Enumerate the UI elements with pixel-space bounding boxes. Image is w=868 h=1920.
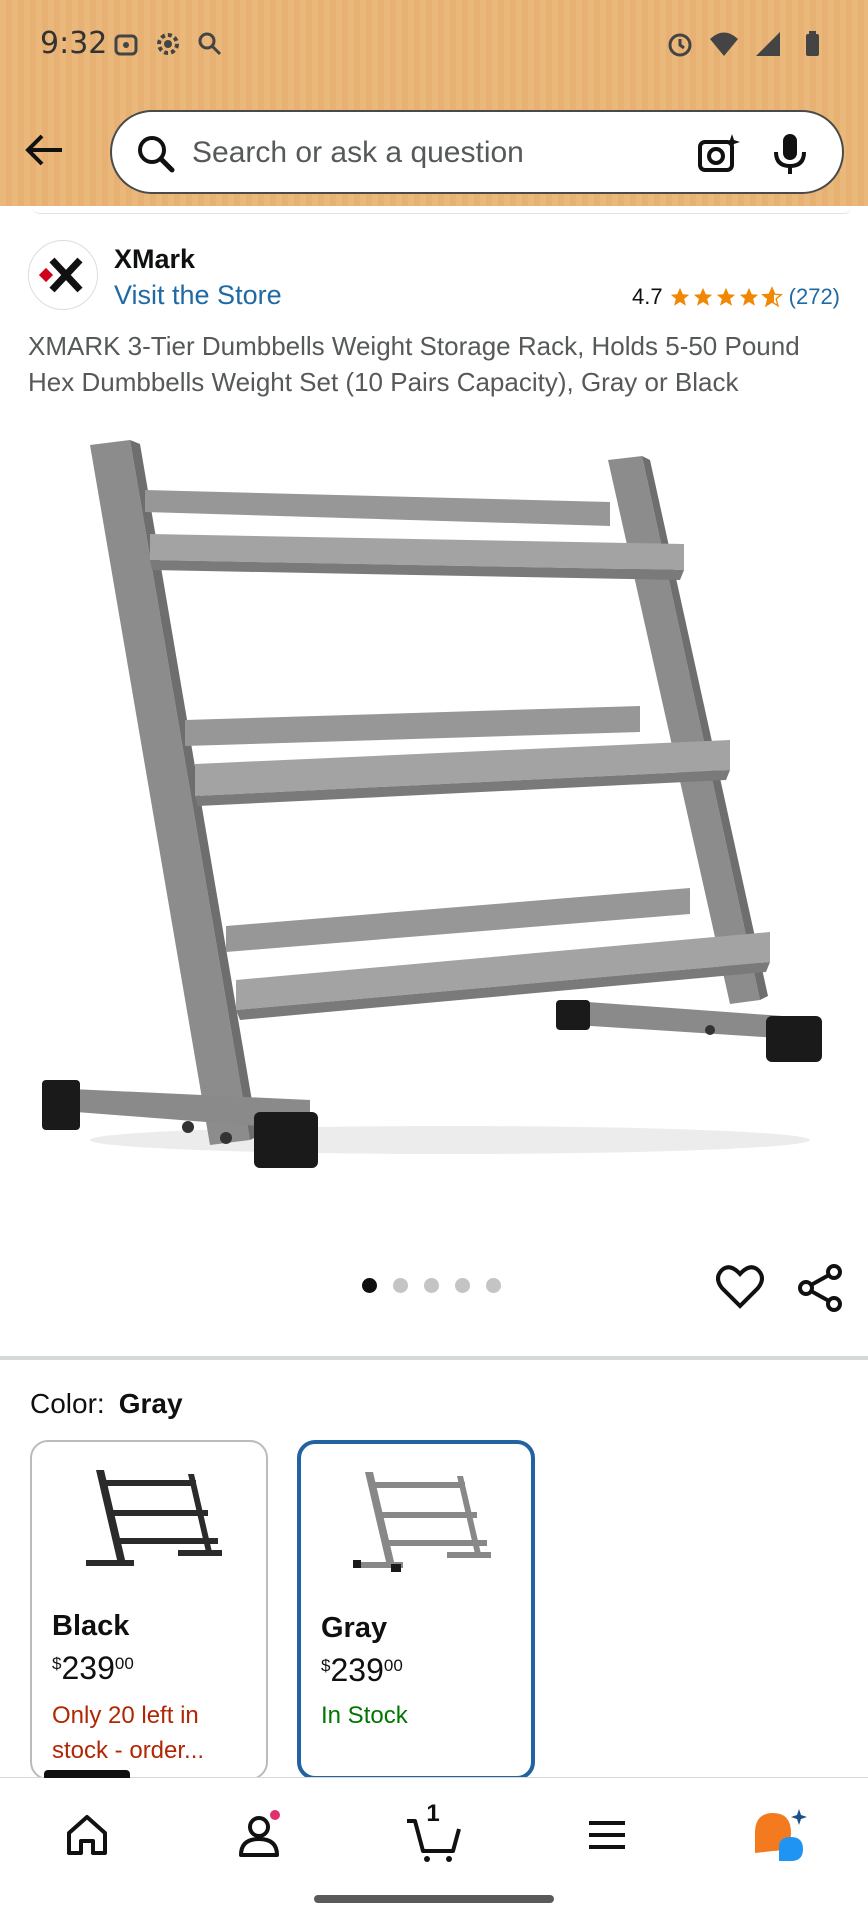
price-dollars: 239	[61, 1650, 115, 1686]
brand-logo[interactable]	[28, 240, 98, 310]
search-icon	[138, 136, 175, 173]
color-option-price: $23900	[52, 1650, 134, 1687]
header-divider	[32, 206, 852, 214]
price-cents: 00	[383, 1656, 403, 1675]
image-carousel-dots	[362, 1278, 501, 1293]
star-full-icon	[670, 287, 689, 306]
back-arrow-icon	[25, 134, 62, 166]
carousel-dot[interactable]	[455, 1278, 470, 1293]
camera-search-icon[interactable]	[694, 130, 742, 178]
nav-account[interactable]	[224, 1800, 294, 1870]
search-notification-icon	[198, 32, 222, 56]
star-half-icon	[760, 286, 783, 308]
color-option-black[interactable]: Black $23900 Only 20 left in stock - ord…	[30, 1440, 268, 1780]
stock-status: In Stock	[321, 1702, 408, 1729]
system-icons	[664, 28, 828, 60]
stock-status: Only 20 left in stock - order...	[52, 1702, 205, 1764]
product-title: XMARK 3-Tier Dumbbells Weight Storage Ra…	[28, 331, 800, 397]
brand-name: XMark	[114, 244, 196, 274]
carousel-dot[interactable]	[486, 1278, 501, 1293]
menu-icon	[589, 1821, 625, 1849]
home-icon	[67, 1815, 107, 1855]
carousel-dot[interactable]	[362, 1278, 377, 1293]
search-input[interactable]	[192, 126, 672, 180]
nav-home[interactable]	[52, 1800, 122, 1870]
rating-count[interactable]: (272)	[789, 284, 840, 310]
color-option-name: Black	[52, 1610, 130, 1642]
selected-color: Gray	[118, 1388, 183, 1419]
gray-rack-thumbnail	[353, 1472, 491, 1572]
search-bar[interactable]	[110, 110, 844, 194]
wifi-icon	[710, 32, 738, 56]
nav-cart[interactable]: 1	[398, 1800, 468, 1870]
star-rating	[669, 286, 783, 308]
star-full-icon	[693, 287, 712, 306]
share-icon[interactable]	[796, 1264, 844, 1312]
price-cents: 00	[114, 1654, 134, 1673]
microphone-icon[interactable]	[766, 130, 814, 178]
battery-icon	[806, 31, 819, 56]
alarm-icon	[668, 33, 692, 57]
price-dollars: 239	[330, 1652, 384, 1688]
gesture-bar	[314, 1895, 554, 1903]
color-label: Color:	[30, 1388, 105, 1419]
nav-active-indicator	[44, 1770, 130, 1778]
color-option-gray[interactable]: Gray $23900 In Stock	[297, 1440, 535, 1780]
product-image[interactable]	[30, 420, 840, 1200]
carousel-dot[interactable]	[393, 1278, 408, 1293]
price-currency: $	[52, 1654, 62, 1673]
black-rack-thumbnail	[86, 1470, 222, 1566]
star-full-icon	[739, 287, 758, 306]
notification-dot	[268, 1808, 282, 1822]
notification-app-icon	[114, 34, 138, 56]
nav-rufus[interactable]	[746, 1800, 816, 1870]
carousel-dot[interactable]	[424, 1278, 439, 1293]
header: 9:32	[0, 0, 868, 206]
color-option-name: Gray	[321, 1612, 388, 1644]
settings-gear-icon	[157, 33, 179, 55]
color-option-price: $23900	[321, 1652, 403, 1689]
visit-store-link[interactable]: Visit the Store	[114, 280, 282, 311]
notification-icons	[110, 28, 226, 60]
back-button[interactable]	[18, 124, 70, 176]
color-selector-label: Color: Gray	[30, 1388, 183, 1420]
section-divider	[0, 1356, 868, 1360]
status-time: 9:32	[40, 26, 108, 61]
rufus-ai-icon	[755, 1809, 807, 1861]
nav-menu[interactable]	[572, 1800, 642, 1870]
signal-icon	[756, 32, 780, 56]
status-bar: 9:32	[0, 0, 868, 90]
star-full-icon	[716, 287, 735, 306]
rating-value: 4.7	[632, 284, 663, 309]
xmark-logo-icon	[38, 257, 83, 293]
bottom-navigation: 1	[0, 1770, 868, 1920]
wishlist-heart-icon[interactable]	[716, 1264, 764, 1310]
cart-count: 1	[426, 1800, 440, 1827]
rating[interactable]: 4.7 (272)	[632, 284, 840, 310]
price-currency: $	[321, 1656, 331, 1675]
